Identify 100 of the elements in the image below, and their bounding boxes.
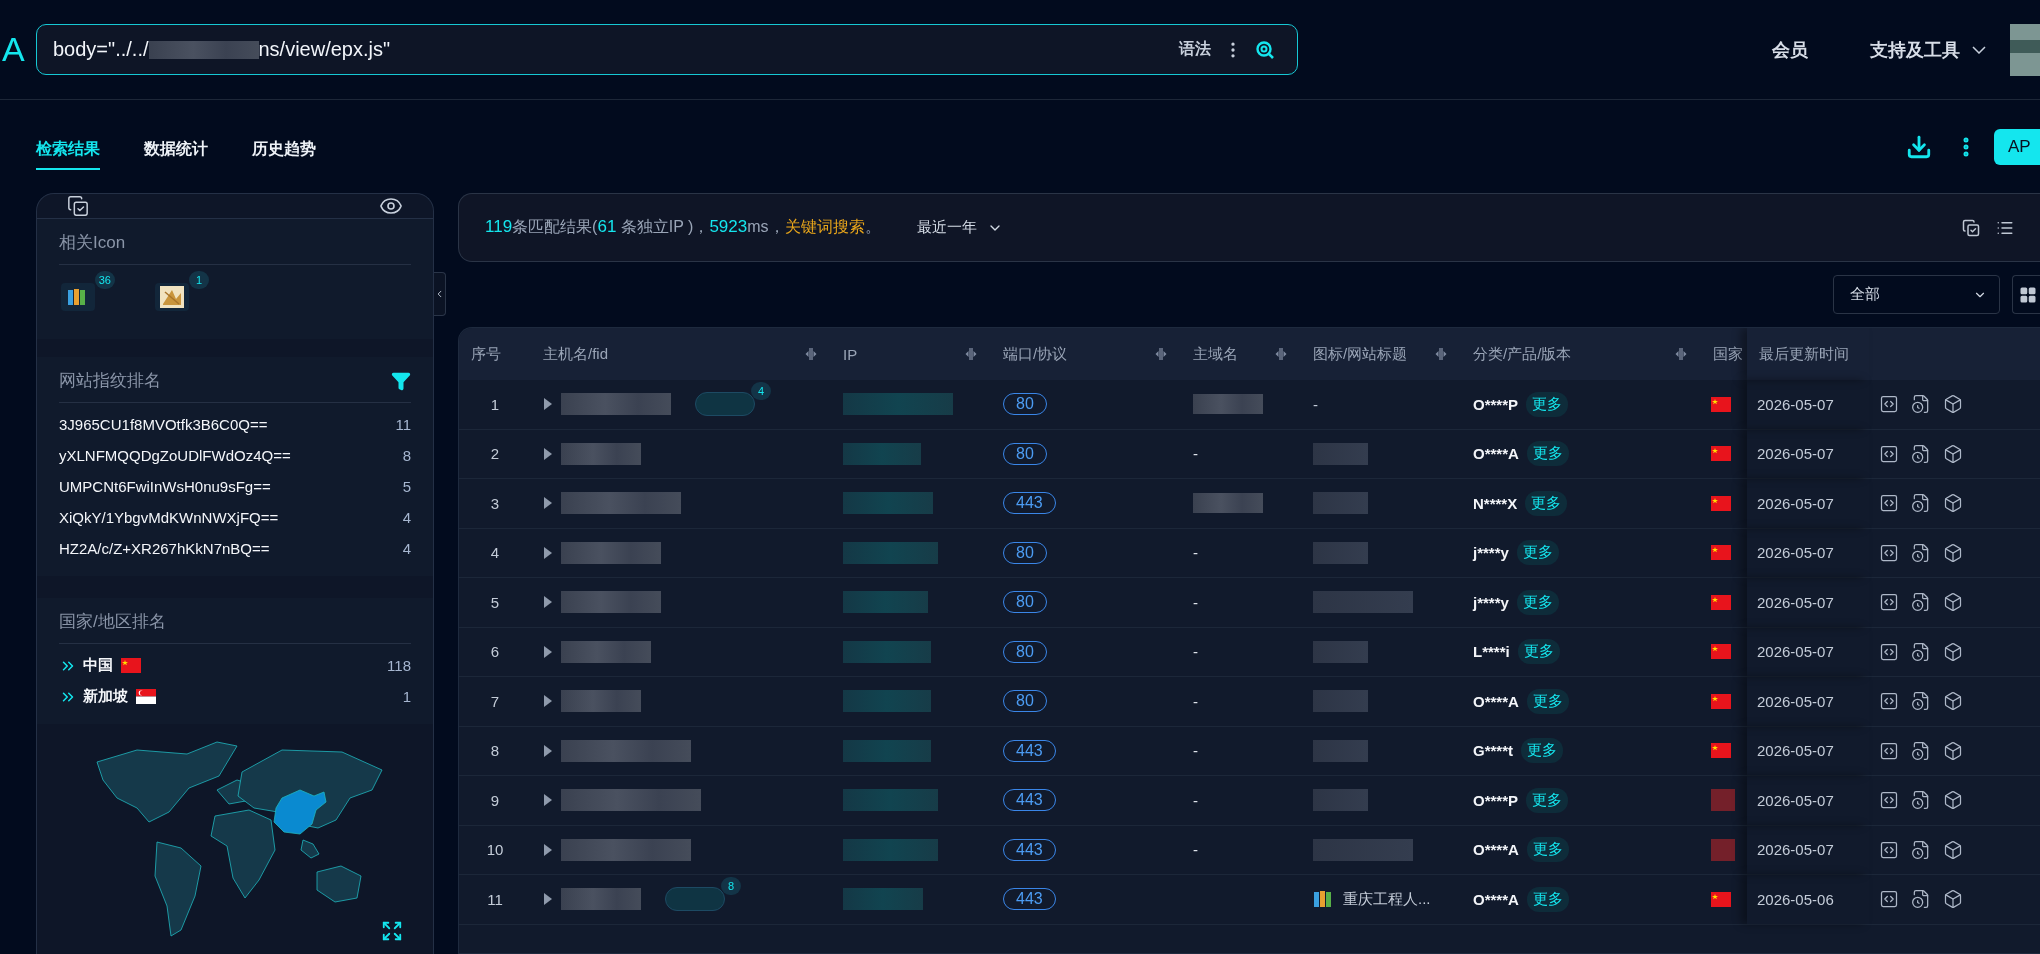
tab[interactable]: 数据统计 xyxy=(144,129,208,170)
code-window-icon[interactable] xyxy=(1879,493,1899,514)
column-resize-icon[interactable] xyxy=(1275,347,1287,361)
more-button[interactable]: 更多 xyxy=(1517,639,1560,665)
api-button[interactable]: AP xyxy=(1994,128,2040,165)
expand-caret-icon[interactable] xyxy=(543,793,553,808)
expand-caret-icon[interactable] xyxy=(543,694,553,709)
expand-caret-icon[interactable] xyxy=(543,446,553,461)
row-number: 2 xyxy=(490,445,500,463)
fingerprint-link[interactable]: 3J965CU1f8MVOtfk3B6C0Q== xyxy=(59,416,268,433)
more-button[interactable]: 更多 xyxy=(1525,490,1568,516)
product-name: j****y xyxy=(1473,593,1509,611)
code-window-icon[interactable] xyxy=(1879,592,1899,613)
expand-icon[interactable] xyxy=(381,920,403,942)
product-name: L****i xyxy=(1473,643,1510,661)
document-clock-icon[interactable] xyxy=(1911,493,1931,514)
more-button[interactable]: 更多 xyxy=(1526,688,1569,714)
code-window-icon[interactable] xyxy=(1879,740,1899,761)
more-button[interactable]: 更多 xyxy=(1526,787,1569,813)
chevron-down-icon xyxy=(1972,45,1986,54)
tab[interactable]: 历史趋势 xyxy=(252,129,316,170)
document-clock-icon[interactable] xyxy=(1911,691,1931,712)
document-clock-icon[interactable] xyxy=(1911,443,1931,464)
nav-link[interactable]: 会员 xyxy=(1766,36,1814,63)
expand-caret-icon[interactable] xyxy=(543,397,553,412)
icon-thumbnail[interactable] xyxy=(61,283,95,311)
row-number: 10 xyxy=(486,841,504,859)
document-clock-icon[interactable] xyxy=(1911,592,1931,613)
cube-icon[interactable] xyxy=(1943,641,1963,662)
document-clock-icon[interactable] xyxy=(1911,542,1931,563)
expand-caret-icon[interactable] xyxy=(543,842,553,857)
column-resize-icon[interactable] xyxy=(1675,347,1687,361)
icon-thumbnail[interactable] xyxy=(155,283,189,311)
fingerprint-link[interactable]: UMPCNt6FwiInWsH0nu9sFg== xyxy=(59,478,271,495)
column-resize-icon[interactable] xyxy=(805,347,817,361)
more-button[interactable]: 更多 xyxy=(1521,738,1563,764)
document-clock-icon[interactable] xyxy=(1911,740,1931,761)
expand-caret-icon[interactable] xyxy=(543,644,553,659)
code-window-icon[interactable] xyxy=(1879,839,1899,860)
select-all-icon[interactable] xyxy=(1962,218,1980,237)
cube-icon[interactable] xyxy=(1943,443,1963,464)
grid-view-button[interactable] xyxy=(2012,275,2040,314)
cube-icon[interactable] xyxy=(1943,394,1963,415)
code-window-icon[interactable] xyxy=(1879,542,1899,563)
cube-icon[interactable] xyxy=(1943,493,1963,514)
fingerprint-link[interactable]: HZ2A/c/Z+XR267hKkN7nBQ== xyxy=(59,540,270,557)
more-button[interactable]: 更多 xyxy=(1526,837,1569,863)
product-name: j****y xyxy=(1473,544,1509,562)
fingerprint-link[interactable]: XiQkY/1YbgvMdKWnNWXjFQ== xyxy=(59,509,279,526)
count: 4 xyxy=(402,540,411,557)
expand-caret-icon[interactable] xyxy=(543,545,553,560)
country-name[interactable]: 中国 xyxy=(83,656,113,675)
syntax-button[interactable]: 语法 xyxy=(1173,39,1217,60)
flag-icon xyxy=(1711,743,1731,759)
cube-icon[interactable] xyxy=(1943,790,1963,811)
flag-icon xyxy=(1711,495,1731,511)
document-clock-icon[interactable] xyxy=(1911,641,1931,662)
cube-icon[interactable] xyxy=(1943,889,1963,910)
code-window-icon[interactable] xyxy=(1879,691,1899,712)
column-resize-icon[interactable] xyxy=(965,347,977,361)
update-date: 2026-05-07 xyxy=(1757,593,1834,611)
cube-icon[interactable] xyxy=(1943,592,1963,613)
time-range-dropdown[interactable]: 最近一年 xyxy=(910,217,1009,238)
tab[interactable]: 检索结果 xyxy=(36,129,100,170)
more-button[interactable]: 更多 xyxy=(1516,540,1559,566)
fingerprint-link[interactable]: yXLNFMQQDgZoUDlFWdOz4Q== xyxy=(59,447,291,464)
expand-caret-icon[interactable] xyxy=(543,743,553,758)
more-button[interactable]: 更多 xyxy=(1526,391,1569,417)
cube-icon[interactable] xyxy=(1943,542,1963,563)
filter-select[interactable]: 全部 xyxy=(1833,275,2000,314)
country-name[interactable]: 新加坡 xyxy=(83,687,128,706)
document-clock-icon[interactable] xyxy=(1911,790,1931,811)
cube-icon[interactable] xyxy=(1943,691,1963,712)
search-field[interactable]: body="../../ ns/view/epx.js" 语法 xyxy=(36,24,1298,75)
more-button[interactable]: 更多 xyxy=(1516,589,1559,615)
code-window-icon[interactable] xyxy=(1879,889,1899,910)
logo-letter[interactable]: A xyxy=(2,30,28,69)
code-window-icon[interactable] xyxy=(1879,394,1899,415)
more-button[interactable]: 更多 xyxy=(1526,441,1569,467)
domain-text: - xyxy=(1193,544,1198,562)
document-clock-icon[interactable] xyxy=(1911,839,1931,860)
blurred-block xyxy=(1193,493,1263,514)
filter-icon[interactable] xyxy=(391,370,411,391)
code-window-icon[interactable] xyxy=(1879,443,1899,464)
cube-icon[interactable] xyxy=(1943,740,1963,761)
column-resize-icon[interactable] xyxy=(1155,347,1167,361)
more-button[interactable]: 更多 xyxy=(1526,886,1569,912)
expand-caret-icon[interactable] xyxy=(543,595,553,610)
column-header: 主机名/fid xyxy=(543,344,608,364)
column-resize-icon[interactable] xyxy=(1435,347,1447,361)
document-clock-icon[interactable] xyxy=(1911,394,1931,415)
expand-caret-icon[interactable] xyxy=(543,496,553,511)
nav-link[interactable]: 支持及工具 xyxy=(1864,36,1992,63)
cube-icon[interactable] xyxy=(1943,839,1963,860)
blurred-block xyxy=(1313,739,1368,762)
code-window-icon[interactable] xyxy=(1879,790,1899,811)
code-window-icon[interactable] xyxy=(1879,641,1899,662)
expand-caret-icon[interactable] xyxy=(543,892,553,907)
flag-icon xyxy=(136,689,156,704)
document-clock-icon[interactable] xyxy=(1911,889,1931,910)
